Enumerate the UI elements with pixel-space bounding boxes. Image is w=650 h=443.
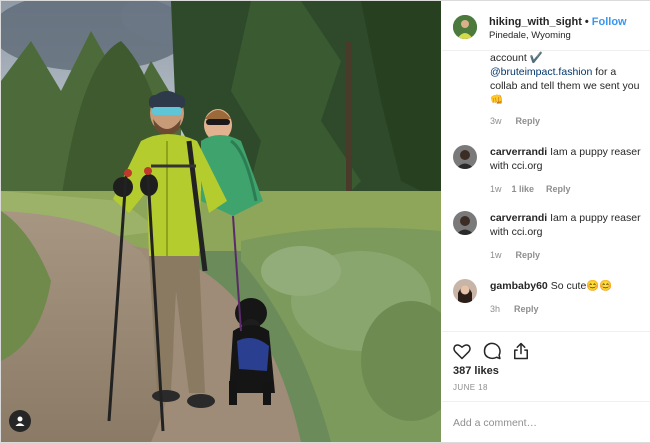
user-tag-icon	[15, 416, 25, 426]
instagram-post: hiking_with_sight • Follow Pinedale, Wyomi…	[0, 0, 650, 443]
caption-continuation: account ✔️ @bruteimpact.fashion for a co…	[490, 51, 646, 107]
author-avatar[interactable]	[453, 15, 477, 39]
comment-text: carverrandi Iam a puppy reaser with cci.…	[490, 211, 646, 239]
post-photo[interactable]	[1, 1, 441, 442]
heart-icon[interactable]	[452, 341, 472, 361]
reply-button[interactable]: Reply	[514, 304, 539, 314]
commenter-avatar-image	[453, 211, 477, 235]
comment-username[interactable]: gambaby60	[490, 280, 548, 292]
comment-text: gambaby60 So cute😊😊	[490, 279, 646, 293]
author-username[interactable]: hiking_with_sight	[489, 16, 582, 28]
comment-meta: 1w Reply	[490, 250, 540, 260]
reply-button[interactable]: Reply	[546, 184, 571, 194]
comment-text: carverrandi Iam a puppy reaser with cci.…	[490, 145, 646, 173]
header-separator: •	[584, 16, 589, 28]
caption-age[interactable]: 3w	[490, 116, 502, 126]
comment-meta: 3h Reply	[490, 304, 539, 314]
user-tag-button[interactable]	[9, 410, 31, 432]
commenter-avatar[interactable]	[453, 211, 477, 235]
caption-mention[interactable]: @bruteimpact.fashion	[490, 66, 592, 78]
caption-line: account ✔️	[490, 52, 543, 64]
comment-icon[interactable]	[482, 341, 502, 361]
hiking-photo-illustration	[1, 1, 441, 442]
comment-age[interactable]: 1w	[490, 184, 502, 194]
comment-username[interactable]: carverrandi	[490, 146, 547, 158]
author-line: hiking_with_sight • Follow	[489, 16, 627, 28]
like-count[interactable]: 387 likes	[453, 365, 499, 377]
comment-meta: 1w 1 like Reply	[490, 184, 571, 194]
commenter-avatar-image	[453, 279, 477, 303]
post-date[interactable]: JUNE 18	[453, 383, 488, 392]
follow-button[interactable]: Follow	[592, 16, 627, 28]
comments-list[interactable]: account ✔️ @bruteimpact.fashion for a co…	[442, 51, 650, 331]
add-comment-bar	[442, 401, 650, 442]
commenter-avatar[interactable]	[453, 279, 477, 303]
comment-username[interactable]: carverrandi	[490, 212, 547, 224]
comment-body: So cute😊😊	[550, 280, 613, 292]
reply-button[interactable]: Reply	[516, 250, 541, 260]
commenter-avatar[interactable]	[453, 145, 477, 169]
comment-age[interactable]: 3h	[490, 304, 500, 314]
add-comment-input[interactable]	[453, 414, 638, 432]
author-avatar-image	[453, 15, 477, 39]
comment-age[interactable]: 1w	[490, 250, 502, 260]
comment-like-count[interactable]: 1 like	[512, 184, 535, 194]
reply-button[interactable]: Reply	[516, 116, 541, 126]
post-location[interactable]: Pinedale, Wyoming	[489, 30, 571, 41]
caption-meta: 3w Reply	[490, 116, 540, 126]
post-actions: 387 likes JUNE 18	[442, 331, 650, 401]
share-icon[interactable]	[511, 341, 531, 361]
post-side-panel: hiking_with_sight • Follow Pinedale, Wyomi…	[442, 1, 650, 442]
commenter-avatar-image	[453, 145, 477, 169]
post-header: hiking_with_sight • Follow Pinedale, Wyomi…	[442, 1, 650, 51]
